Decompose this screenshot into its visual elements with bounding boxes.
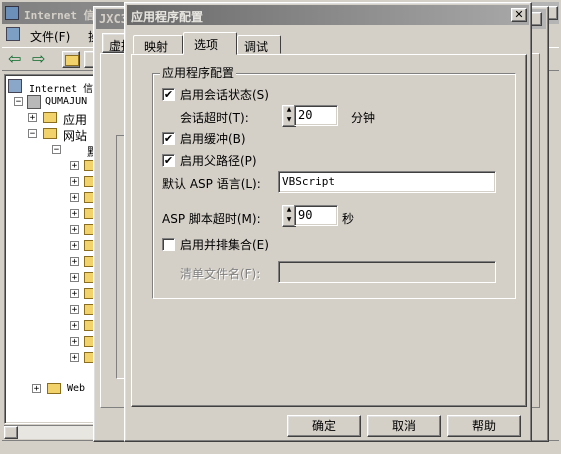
options-tab-panel: 应用程序配置 ✔ 启用会话状态(S) 会话超时(T): ▲ ▼ 20 分钟 ✔ … [131,54,527,407]
ok-button[interactable]: 确定 [287,415,361,437]
expand-plus-icon[interactable]: + [70,257,79,267]
expand-plus-icon[interactable]: + [70,241,79,251]
folder-icon [43,112,57,123]
default-asp-lang-value: VBScript [282,175,335,188]
up-folder-icon [65,55,79,66]
default-asp-lang-label: 默认 ASP 语言(L): [162,177,261,191]
enable-session-checkbox[interactable]: ✔ [162,88,175,101]
cancel-button-label: 取消 [391,419,416,433]
expand-plus-icon[interactable]: + [70,305,79,315]
asp-script-timeout-label: ASP 脚本超时(M): [162,212,261,226]
check-icon: ✔ [163,88,174,101]
app-config-title: 应用程序配置 [131,10,204,24]
manifest-label: 清单文件名(F): [180,267,261,281]
tree-server-label: QUMAJUN [45,96,88,107]
help-button[interactable]: 帮助 [447,415,521,437]
help-button-label: 帮助 [471,419,496,433]
app-config-dialog: 应用程序配置 ✕ 映射 选项 调试 应用程序配置 ✔ 启用会话状态(S) 会话超… [124,2,532,442]
asp-script-timeout-input[interactable]: 90 [294,205,338,226]
expand-plus-icon[interactable]: + [70,273,79,283]
iis-menu-icon [6,27,20,41]
session-timeout-unit: 分钟 [351,111,376,125]
expand-plus-icon[interactable]: + [70,337,79,347]
session-timeout-input[interactable]: 20 [294,105,338,126]
expand-plus-icon[interactable]: + [70,177,79,187]
expand-plus-icon[interactable]: + [70,161,79,171]
enable-buffer-checkbox[interactable]: ✔ [162,132,175,145]
ok-button-label: 确定 [311,419,336,433]
app-config-title-bar: 应用程序配置 ✕ [127,5,529,25]
tab-options-label: 选项 [194,38,219,52]
expand-plus-icon[interactable]: + [32,384,41,394]
close-icon: ✕ [514,8,524,21]
expand-plus-icon[interactable]: + [70,321,79,331]
expand-plus-icon[interactable]: + [70,193,79,203]
iis-root-icon [8,79,22,93]
expand-plus-icon[interactable]: + [70,289,79,299]
iis-app-icon [5,6,19,20]
check-icon: ✔ [163,154,174,167]
expand-minus-icon[interactable]: − [14,97,23,107]
tab-debugging[interactable]: 调试 [237,35,281,54]
expand-minus-icon[interactable]: − [52,145,61,155]
back-button[interactable]: ⇦ [8,50,26,68]
scroll-left-button[interactable] [4,426,18,439]
tab-debugging-label: 调试 [244,40,269,54]
enable-parent-paths-label: 启用父路径(P) [180,154,257,168]
expand-plus-icon[interactable]: + [28,113,37,123]
app-config-group-title: 应用程序配置 [160,64,237,81]
up-folder-button[interactable] [62,51,80,68]
tree-root-label: Internet 信 [29,84,94,95]
folder-icon [47,383,61,394]
tab-mappings-label: 映射 [144,40,169,54]
enable-side-by-side-label: 启用并排集合(E) [180,238,269,252]
iis-window-title: Internet 信 [24,9,95,22]
asp-script-timeout-unit: 秒 [342,212,355,226]
session-timeout-label: 会话超时(T): [180,111,249,125]
expand-plus-icon[interactable]: + [70,225,79,235]
expand-plus-icon[interactable]: + [70,209,79,219]
tree-app-pools-label: 应用 [63,113,88,127]
enable-session-label: 启用会话状态(S) [180,88,269,102]
expand-minus-icon[interactable]: − [28,129,37,139]
forward-button[interactable]: ⇨ [32,50,50,68]
tab-options[interactable]: 选项 [183,32,237,55]
menu-file[interactable]: 文件(F) [30,28,70,45]
expand-plus-icon[interactable]: + [70,353,79,363]
enable-buffer-label: 启用缓冲(B) [180,132,246,146]
app-config-close-button[interactable]: ✕ [511,8,527,22]
session-timeout-value: 20 [298,108,313,122]
folder-icon [43,128,57,139]
enable-side-by-side-checkbox[interactable] [162,238,175,251]
cancel-button[interactable]: 取消 [367,415,441,437]
asp-script-timeout-value: 90 [298,208,313,222]
forward-arrow-icon: ⇨ [32,49,46,68]
server-icon [27,95,41,109]
check-icon: ✔ [163,132,174,145]
tab-mappings[interactable]: 映射 [133,35,183,54]
default-asp-lang-input[interactable]: VBScript [278,171,496,193]
globe-icon [65,142,79,156]
tree-websites-label: 网站 [63,129,88,143]
back-arrow-icon: ⇦ [8,49,22,68]
manifest-input [278,261,496,283]
enable-parent-paths-checkbox[interactable]: ✔ [162,154,175,167]
